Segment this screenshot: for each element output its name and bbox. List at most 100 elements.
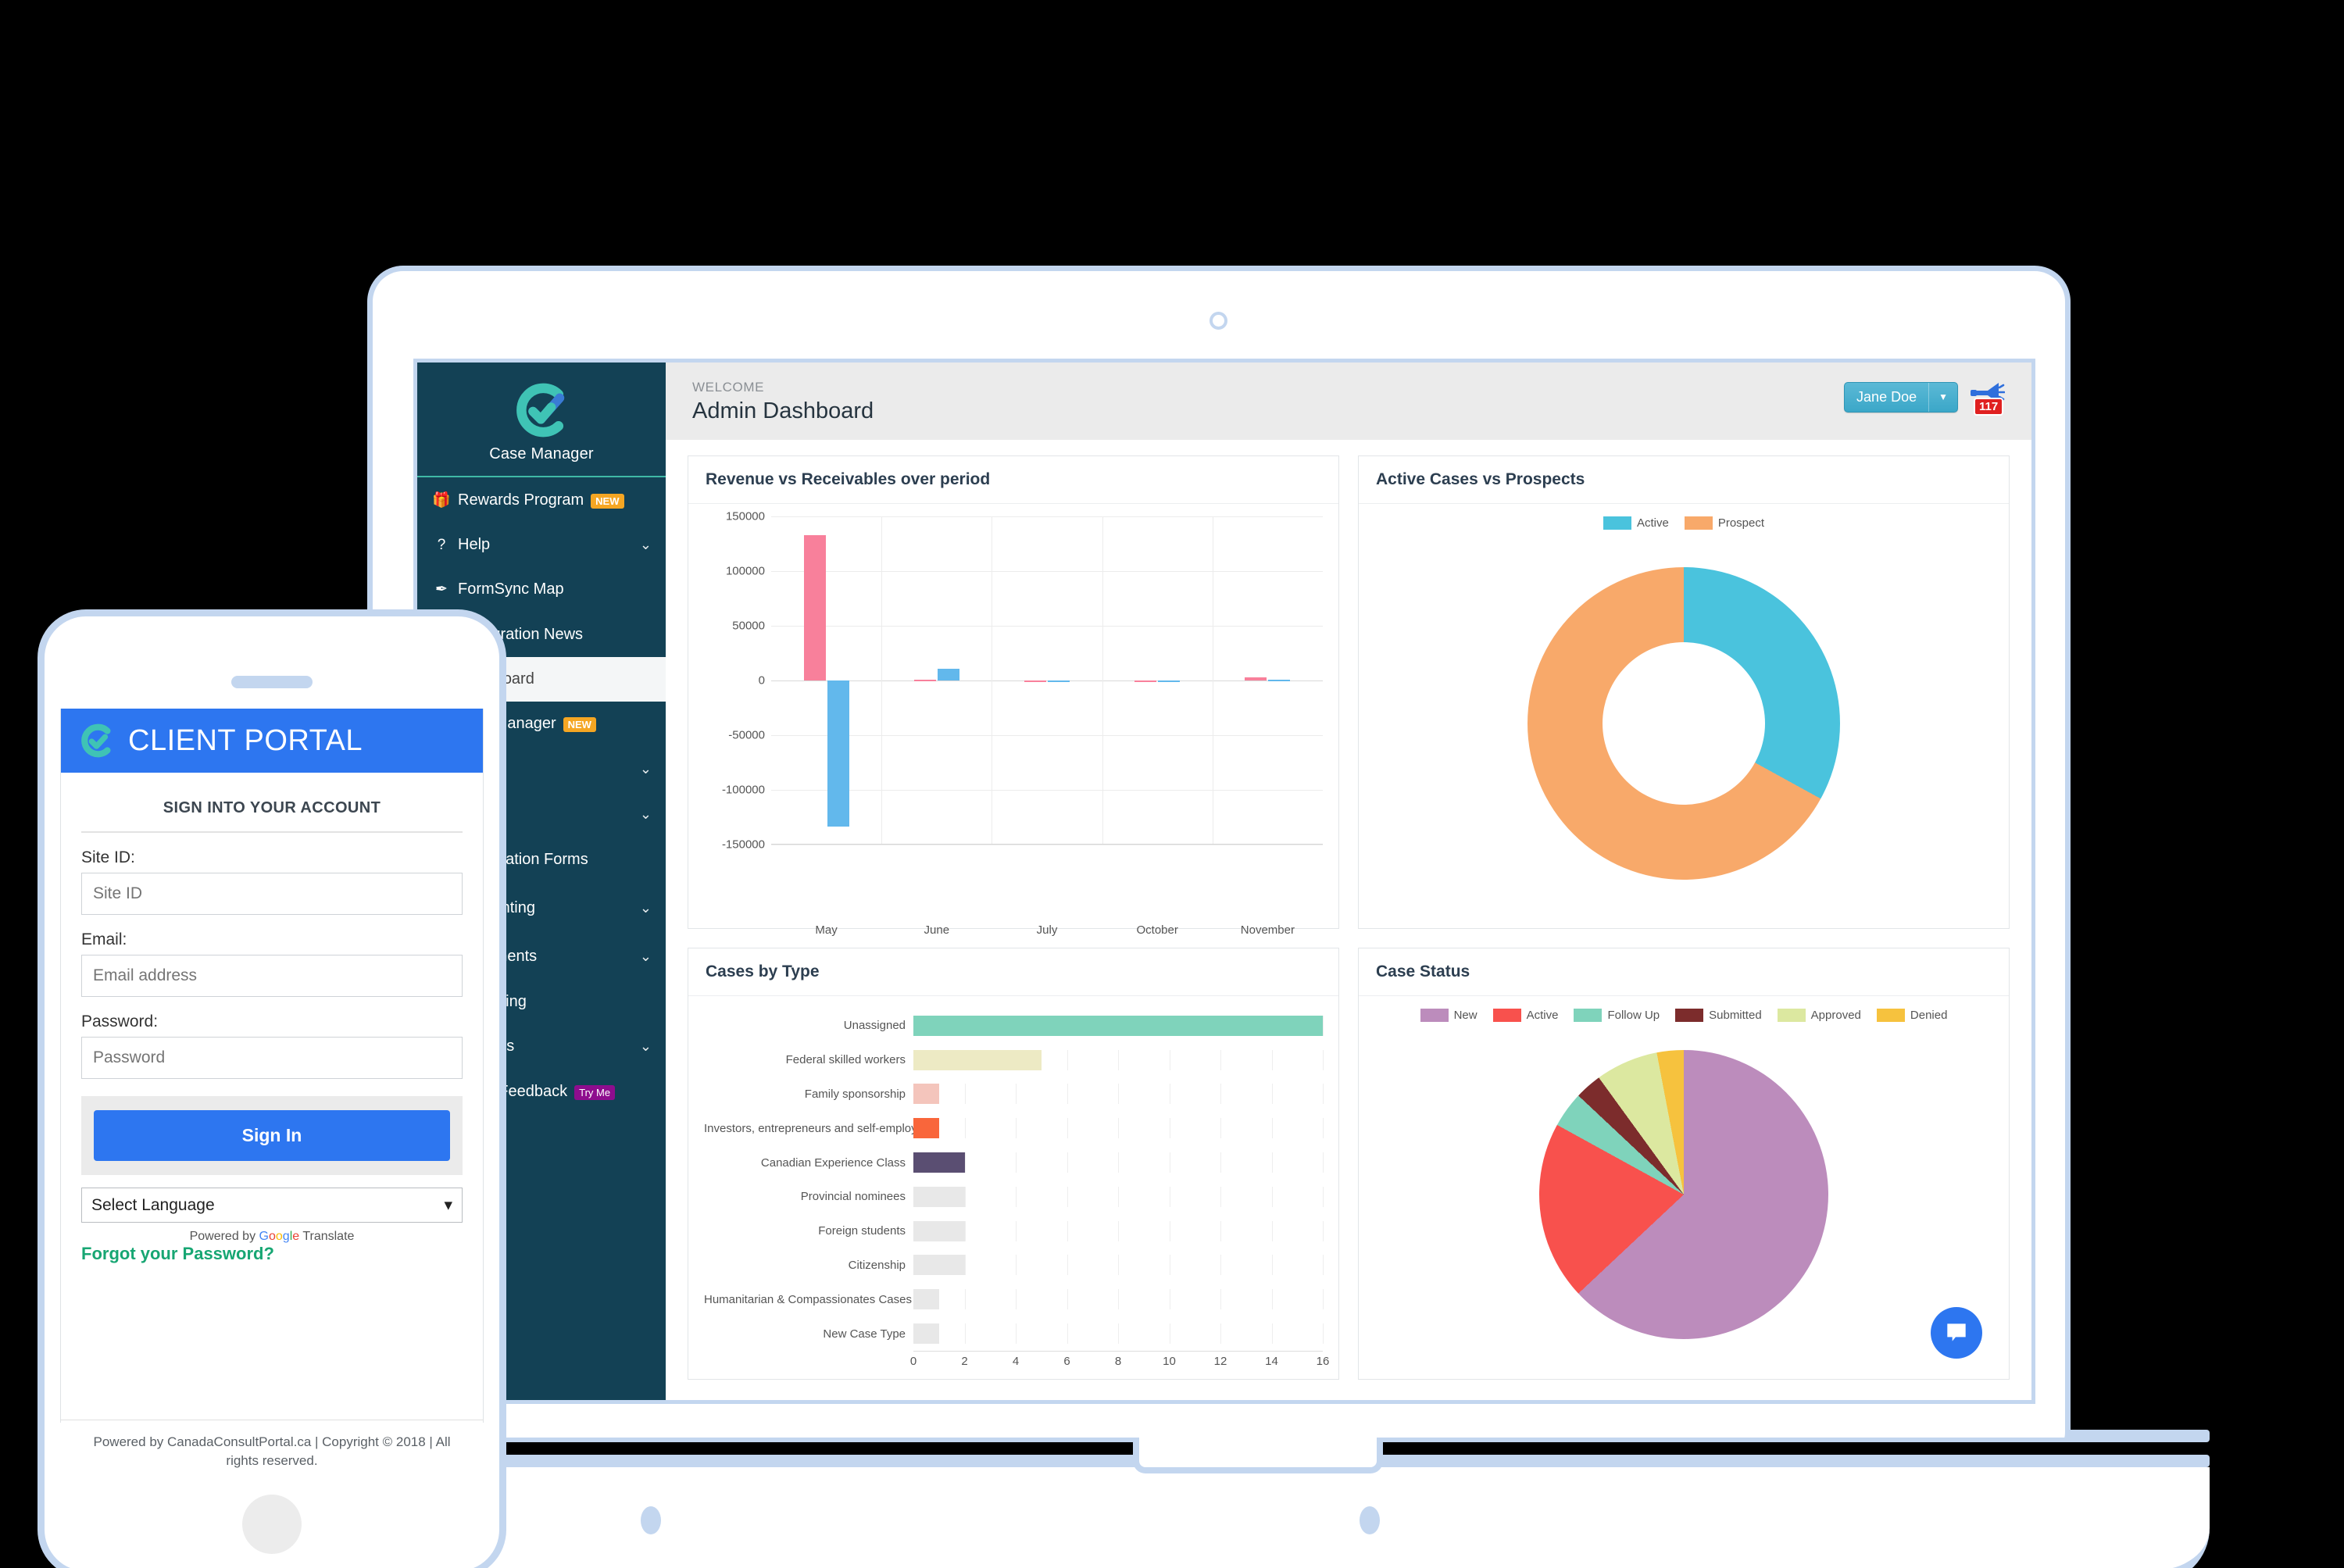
horizontal-bar-chart: Unassigned Federal skilled workers Family … <box>704 1009 1329 1370</box>
gridline-vertical <box>1271 1084 1273 1105</box>
gridline <box>771 735 1323 736</box>
password-label: Password: <box>81 1013 159 1030</box>
chevron-down-icon[interactable]: ⌄ <box>640 806 652 823</box>
page-heading: WELCOME Admin Dashboard <box>692 380 874 424</box>
bar-chart-y-axis: 150000 100000 50000 0 -50000 -100000 -150000 <box>704 510 771 852</box>
chat-widget-button[interactable] <box>1931 1307 1982 1359</box>
card-header: Revenue vs Receivables over period <box>688 456 1338 504</box>
gridline-vertical <box>1323 1152 1324 1173</box>
site-id-label: Site ID: <box>81 848 135 866</box>
brand[interactable]: Case Manager <box>417 363 666 477</box>
x-axis-tick-label: 14 <box>1265 1355 1278 1368</box>
bar <box>937 668 959 680</box>
client-portal-logo-icon <box>78 722 116 759</box>
legend-swatch <box>1603 516 1631 530</box>
user-menu-button[interactable]: Jane Doe ▼ <box>1844 381 1958 413</box>
legend-label: Denied <box>1910 1009 1948 1022</box>
gridline-vertical <box>1271 1255 1273 1276</box>
password-input[interactable] <box>81 1037 463 1079</box>
legend-label: Prospect <box>1717 516 1765 530</box>
gridline-vertical <box>1220 1152 1221 1173</box>
bar-track <box>913 1152 1324 1173</box>
chevron-down-icon[interactable]: ▼ <box>1929 383 1957 412</box>
dashboard-content: Revenue vs Receivables over period 15000… <box>666 440 2031 1400</box>
chevron-down-icon[interactable]: ⌄ <box>640 1038 652 1055</box>
gridline-vertical <box>1067 1152 1068 1173</box>
gridline-vertical <box>1067 1255 1068 1276</box>
sidebar-item-rewards-program[interactable]: 🎁 Rewards Program NEW <box>417 477 666 523</box>
site-id-input[interactable] <box>81 873 463 915</box>
horizontal-bar-row: Humanitarian & Compassionates Cases <box>704 1289 1324 1310</box>
legend-item[interactable]: Follow Up <box>1574 1009 1660 1022</box>
phone-home-button[interactable] <box>242 1495 302 1554</box>
legend-label: Active <box>1526 1009 1559 1022</box>
card-body: Active Prospect <box>1359 504 2009 928</box>
email-input[interactable] <box>81 955 463 997</box>
bar <box>1158 680 1181 682</box>
gridline-vertical <box>964 1289 966 1310</box>
login-form: SIGN INTO YOUR ACCOUNT Site ID: Email: P… <box>61 773 483 1264</box>
bar <box>1048 680 1070 682</box>
sidebar-item-help[interactable]: ? Help ⌄ <box>417 523 666 567</box>
legend-item[interactable]: Denied <box>1876 1009 1948 1022</box>
sidebar-item-formsync-map[interactable]: ✒ FormSync Map <box>417 567 666 612</box>
legend-item[interactable]: New <box>1420 1009 1478 1022</box>
legend-item[interactable]: Prospect <box>1684 516 1765 530</box>
gift-icon: 🎁 <box>432 492 451 509</box>
main-area: WELCOME Admin Dashboard Jane Doe ▼ 117 R… <box>666 363 2031 1400</box>
donut-hole <box>1603 641 1765 805</box>
webcam-icon <box>1210 312 1227 330</box>
legend-swatch <box>1492 1009 1521 1022</box>
client-portal-title: CLIENT PORTAL <box>128 723 363 757</box>
gridline-vertical <box>964 1323 966 1345</box>
x-axis-tick-label: 6 <box>1063 1355 1070 1368</box>
legend-swatch <box>1675 1009 1704 1022</box>
gridline-vertical <box>1118 1255 1119 1276</box>
gridline-vertical <box>1102 516 1103 844</box>
legend-swatch <box>1574 1009 1603 1022</box>
chevron-down-icon[interactable]: ⌄ <box>640 948 652 965</box>
gridline-vertical <box>1067 1049 1068 1070</box>
gridline-vertical <box>964 1255 966 1276</box>
gridline-vertical <box>1016 1186 1017 1207</box>
legend-item[interactable]: Active <box>1492 1009 1559 1022</box>
notification-count-badge: 117 <box>1974 398 2004 416</box>
bar-track <box>913 1049 1324 1070</box>
email-label: Email: <box>81 930 127 948</box>
legend-item[interactable]: Approved <box>1777 1009 1861 1022</box>
phone-screen: CLIENT PORTAL SIGN INTO YOUR ACCOUNT Sit… <box>60 709 484 1423</box>
bar <box>1268 679 1291 681</box>
gridline-vertical <box>1118 1084 1119 1105</box>
laptop-foot-right <box>1360 1506 1380 1534</box>
bar <box>1024 680 1046 682</box>
gridline-vertical <box>1067 1118 1068 1139</box>
card-revenue-vs-receivables: Revenue vs Receivables over period 15000… <box>688 455 1339 937</box>
x-axis-tick-label: November <box>1240 923 1295 937</box>
gridline-vertical <box>1271 1152 1273 1173</box>
language-select[interactable]: Select Language ▾ <box>81 1188 463 1223</box>
chevron-down-icon[interactable]: ⌄ <box>640 900 652 916</box>
chevron-down-icon[interactable]: ⌄ <box>640 537 652 553</box>
card-header: Active Cases vs Prospects <box>1359 456 2009 504</box>
legend-item[interactable]: Active <box>1603 516 1669 530</box>
cards-grid: Revenue vs Receivables over period 15000… <box>688 455 2010 1380</box>
chevron-down-icon[interactable]: ⌄ <box>640 761 652 777</box>
card-title: Revenue vs Receivables over period <box>706 470 991 488</box>
gridline-vertical <box>1067 1323 1068 1345</box>
sign-in-button[interactable]: Sign In <box>94 1110 450 1161</box>
megaphone-notification-button[interactable]: 117 <box>1969 380 2006 416</box>
dashboard-app: Case Manager 🎁 Rewards Program NEW? Help ⌄ ✒ F… <box>417 363 2031 1400</box>
brand-name: Case Manager <box>489 445 594 463</box>
x-axis-tick-label: June <box>924 923 950 937</box>
gridline-vertical <box>1271 1289 1273 1310</box>
sidebar-item-badge: Try Me <box>574 1084 616 1100</box>
forgot-password-link[interactable]: Forgot your Password? <box>81 1244 274 1263</box>
bar-track <box>913 1118 1324 1139</box>
donut-legend: Active Prospect <box>1374 516 1993 530</box>
bar-track <box>913 1015 1324 1036</box>
gridline-vertical <box>1016 1289 1017 1310</box>
bar-track <box>913 1323 1324 1345</box>
legend-item[interactable]: Submitted <box>1675 1009 1762 1022</box>
password-field-group: Password: <box>81 1013 463 1079</box>
gridline-vertical <box>1220 1084 1221 1105</box>
